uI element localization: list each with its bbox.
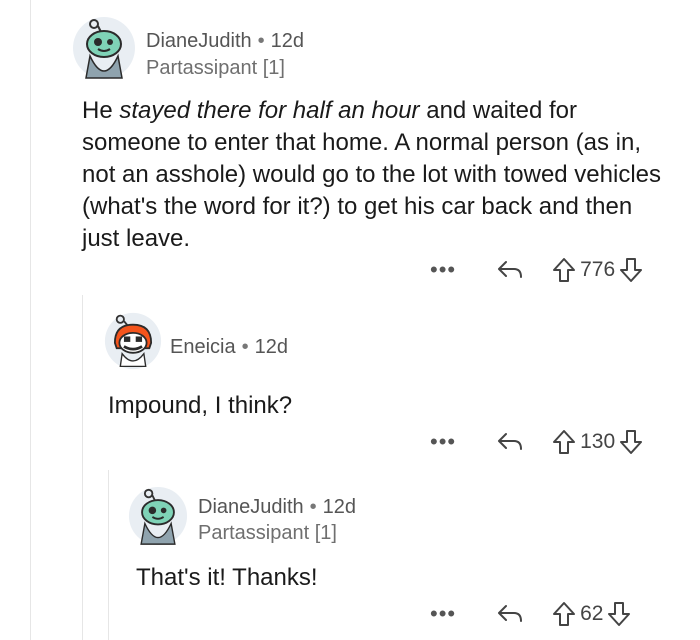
avatar[interactable]: [72, 16, 136, 80]
snoo-avatar-icon: [128, 486, 188, 546]
thread-line-inner: [108, 470, 109, 640]
reply-arrow-icon[interactable]: [496, 430, 524, 454]
comment-age: 12d: [322, 496, 357, 518]
vote-count: 776: [580, 258, 616, 281]
thread-line-left: [30, 0, 31, 640]
author-name[interactable]: DianeJudith: [198, 496, 304, 518]
comment-meta: Eneicia • 12d: [170, 336, 288, 359]
comment-body: That's it! Thanks!: [136, 564, 318, 591]
avatar[interactable]: [104, 312, 162, 370]
upvote-arrow-icon[interactable]: [552, 429, 576, 455]
comment-age: 12d: [254, 336, 288, 358]
snoo-avatar-icon: [73, 17, 135, 79]
reply-arrow-icon[interactable]: [496, 602, 524, 626]
separator-dot: •: [241, 336, 249, 358]
author-name[interactable]: Eneicia: [170, 336, 236, 358]
comment-actions: ••• 130: [430, 426, 643, 458]
comment-meta: DianeJudith • 12d: [146, 30, 304, 53]
comment-actions: ••• 776: [430, 254, 643, 286]
user-flair: Partassipant [1]: [198, 522, 337, 544]
downvote-arrow-icon[interactable]: [619, 257, 643, 283]
more-options-icon[interactable]: •••: [430, 429, 456, 455]
comment-body: He stayed there for half an hour and wai…: [82, 95, 672, 255]
downvote-arrow-icon[interactable]: [607, 601, 631, 627]
separator-dot: •: [257, 30, 265, 52]
vote-count: 130: [580, 430, 616, 453]
vote-count: 62: [580, 602, 604, 625]
thread-line-mid: [82, 295, 83, 640]
comment-age: 12d: [270, 30, 305, 52]
author-name[interactable]: DianeJudith: [146, 30, 252, 52]
avatar[interactable]: [128, 486, 188, 546]
comment-meta: DianeJudith • 12d: [198, 496, 356, 519]
user-flair: Partassipant [1]: [146, 57, 285, 79]
comment-body-text: He: [82, 97, 120, 124]
more-options-icon[interactable]: •••: [430, 601, 456, 627]
separator-dot: •: [309, 496, 317, 518]
upvote-arrow-icon[interactable]: [552, 601, 576, 627]
comment-body-emphasis: stayed there for half an hour: [119, 97, 420, 124]
snoo-avatar-icon: [104, 312, 162, 370]
reply-arrow-icon[interactable]: [496, 258, 524, 282]
more-options-icon[interactable]: •••: [430, 257, 456, 283]
comment-body: Impound, I think?: [108, 392, 293, 419]
downvote-arrow-icon[interactable]: [619, 429, 643, 455]
comment-actions: ••• 62: [430, 598, 631, 630]
upvote-arrow-icon[interactable]: [552, 257, 576, 283]
